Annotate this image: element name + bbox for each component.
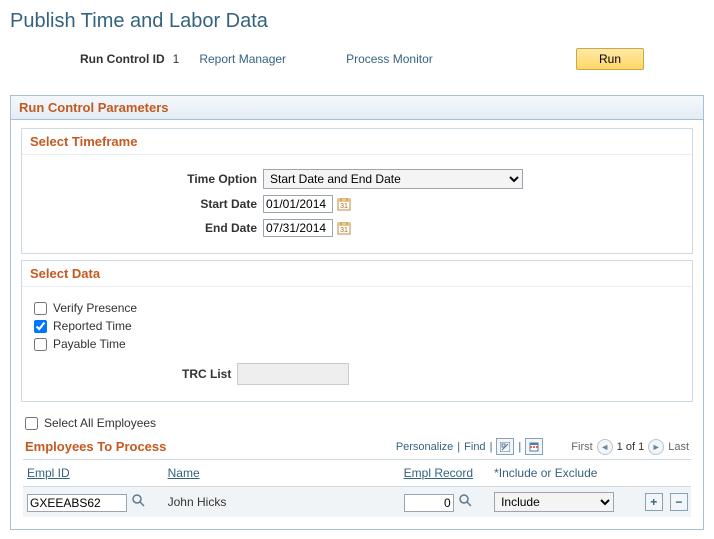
- start-date-input[interactable]: [263, 195, 333, 213]
- lookup-icon[interactable]: [130, 492, 146, 508]
- col-emplid[interactable]: Empl ID: [23, 460, 164, 487]
- employees-grid: Empl ID Name Empl Record *Include or Exc…: [23, 460, 691, 517]
- end-date-label: End Date: [32, 221, 263, 235]
- empl-record-input[interactable]: [404, 494, 454, 512]
- trc-list-input: [237, 363, 349, 385]
- calendar-icon[interactable]: 31: [336, 220, 352, 236]
- end-date-input[interactable]: [263, 219, 333, 237]
- col-empl-record[interactable]: Empl Record: [400, 460, 490, 487]
- select-timeframe-group: Select Timeframe Time Option Start Date …: [21, 128, 693, 254]
- find-link[interactable]: Find: [464, 441, 485, 453]
- start-date-label: Start Date: [32, 197, 263, 211]
- include-exclude-select[interactable]: Include: [494, 492, 614, 512]
- col-include-exclude: *Include or Exclude: [490, 460, 641, 487]
- grid-nav-next-icon[interactable]: ►: [648, 439, 664, 455]
- run-control-id-label: Run Control ID: [80, 52, 165, 66]
- select-all-employees-checkbox[interactable]: [25, 417, 38, 430]
- run-control-header: Run Control ID 1 Report Manager Process …: [10, 48, 704, 70]
- time-option-label: Time Option: [32, 172, 263, 186]
- report-manager-link[interactable]: Report Manager: [199, 52, 286, 66]
- view-all-icon[interactable]: [496, 438, 514, 455]
- select-timeframe-title: Select Timeframe: [22, 129, 692, 155]
- select-all-employees-label[interactable]: Select All Employees: [44, 416, 156, 430]
- svg-text:31: 31: [340, 227, 348, 234]
- grid-nav-first[interactable]: First: [571, 441, 592, 453]
- delete-row-button[interactable]: −: [670, 493, 688, 511]
- download-icon[interactable]: [525, 438, 543, 455]
- calendar-icon[interactable]: 31: [336, 196, 352, 212]
- page-title: Publish Time and Labor Data: [10, 10, 704, 33]
- select-data-group: Select Data Verify Presence Reported Tim…: [21, 260, 693, 402]
- time-option-select[interactable]: Start Date and End Date: [263, 169, 523, 189]
- run-button[interactable]: Run: [576, 48, 644, 70]
- name-cell: John Hicks: [164, 487, 400, 518]
- process-monitor-link[interactable]: Process Monitor: [346, 52, 433, 66]
- reported-time-label[interactable]: Reported Time: [53, 319, 132, 333]
- payable-time-label[interactable]: Payable Time: [53, 337, 126, 351]
- svg-text:31: 31: [340, 203, 348, 210]
- payable-time-checkbox[interactable]: [34, 338, 47, 351]
- add-row-button[interactable]: +: [645, 493, 663, 511]
- reported-time-checkbox[interactable]: [34, 320, 47, 333]
- grid-nav-counter: 1 of 1: [617, 441, 645, 453]
- lookup-icon[interactable]: [457, 492, 473, 508]
- personalize-link[interactable]: Personalize: [396, 441, 453, 453]
- verify-presence-label[interactable]: Verify Presence: [53, 301, 137, 315]
- verify-presence-checkbox[interactable]: [34, 302, 47, 315]
- col-name[interactable]: Name: [164, 460, 400, 487]
- select-data-title: Select Data: [22, 261, 692, 287]
- trc-list-label: TRC List: [182, 367, 231, 381]
- table-row: John Hicks Include: [23, 487, 691, 518]
- emplid-input[interactable]: [27, 494, 127, 512]
- grid-nav-last[interactable]: Last: [668, 441, 689, 453]
- run-control-id-value: 1: [173, 52, 180, 66]
- employees-to-process-title: Employees To Process: [25, 439, 166, 454]
- run-control-parameters-group: Run Control Parameters Select Timeframe …: [10, 95, 704, 530]
- run-control-parameters-title: Run Control Parameters: [11, 96, 703, 120]
- grid-nav-prev-icon[interactable]: ◄: [597, 439, 613, 455]
